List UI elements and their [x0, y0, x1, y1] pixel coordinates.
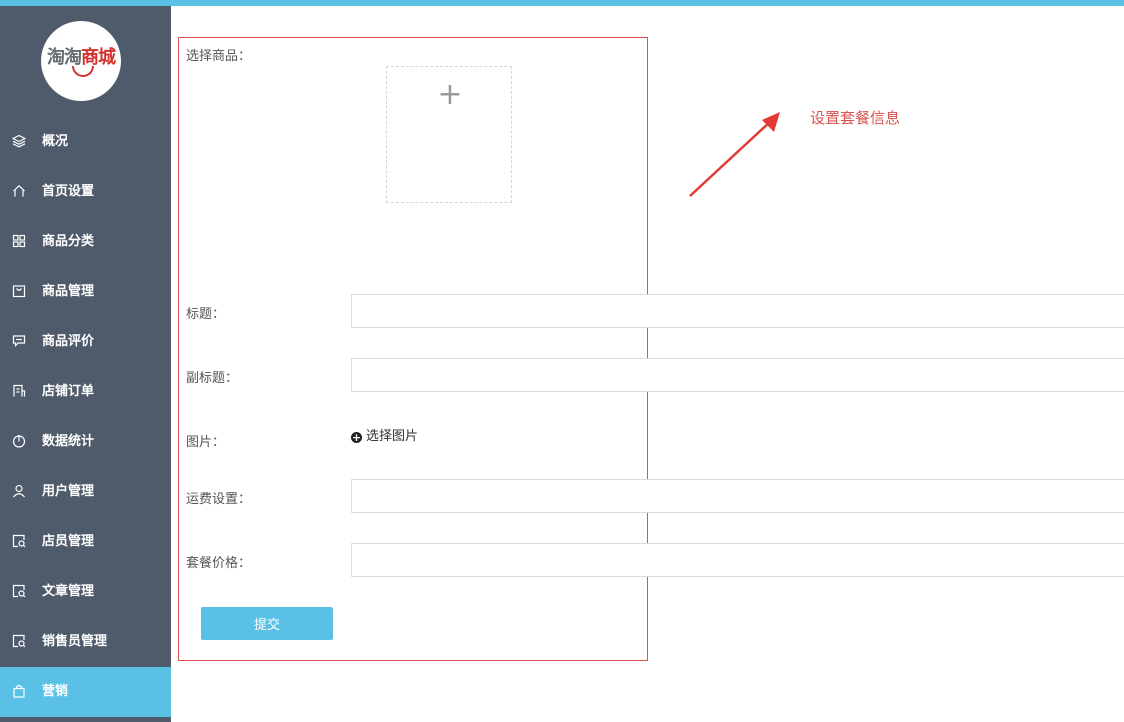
sidebar-item-overview[interactable]: 概况 — [0, 117, 171, 167]
comment-icon — [12, 334, 26, 348]
sidebar-item-sales-staff[interactable]: 销售员管理 — [0, 617, 171, 667]
sidebar-item-label: 首页设置 — [42, 184, 95, 199]
annotation-arrow-icon — [689, 112, 780, 197]
sidebar-item-product-reviews[interactable]: 商品评价 — [0, 317, 171, 367]
sales-icon — [12, 634, 26, 648]
home-icon — [12, 184, 26, 198]
layers-icon — [11, 134, 27, 148]
sidebar-item-label: 店员管理 — [42, 534, 95, 549]
plus-circle-icon: + — [351, 431, 362, 444]
sidebar-item-store-orders[interactable]: 店铺订单 — [0, 367, 171, 417]
sidebar-item-label: 销售员管理 — [42, 634, 108, 649]
sidebar-nav: 概况 首页设置 商品分类 商品管理 商品评价 店铺订单 数据统计 用户管理 店员… — [0, 117, 171, 717]
shipping-input[interactable] — [351, 479, 1124, 513]
sidebar-item-statistics[interactable]: 数据统计 — [0, 417, 171, 467]
sidebar-item-home-settings[interactable]: 首页设置 — [0, 167, 171, 217]
select-product-label: 选择商品： — [186, 49, 252, 64]
grid-icon — [12, 234, 26, 248]
select-image-button[interactable]: + 选择图片 — [351, 425, 418, 444]
sidebar-item-article-management[interactable]: 文章管理 — [0, 567, 171, 617]
title-label: 标题： — [186, 307, 226, 322]
sidebar-item-product-category[interactable]: 商品分类 — [0, 217, 171, 267]
subtitle-input[interactable] — [351, 358, 1124, 392]
sidebar-item-user-management[interactable]: 用户管理 — [0, 467, 171, 517]
annotation-text: 设置套餐信息 — [810, 109, 901, 127]
plus-icon: + — [437, 77, 463, 112]
bag-icon — [12, 284, 26, 298]
logo-text-secondary: 商城 — [81, 47, 116, 68]
submit-button[interactable]: 提交 — [201, 607, 333, 640]
subtitle-label: 副标题： — [186, 371, 239, 386]
sidebar-item-label: 商品分类 — [42, 234, 95, 249]
logo: 淘淘商城 — [41, 21, 121, 101]
user-icon — [12, 484, 26, 498]
sidebar-item-label: 商品管理 — [42, 284, 95, 299]
select-image-text: 选择图片 — [366, 429, 419, 444]
sidebar-item-label: 数据统计 — [42, 434, 95, 449]
shipping-label: 运费设置： — [186, 492, 252, 507]
sidebar-item-label: 用户管理 — [42, 484, 95, 499]
sidebar-item-product-management[interactable]: 商品管理 — [0, 267, 171, 317]
sidebar-item-label: 文章管理 — [42, 584, 95, 599]
logo-text-primary: 淘淘 — [47, 47, 82, 68]
order-icon — [12, 384, 26, 398]
staff-icon — [12, 534, 26, 548]
sidebar-item-label: 商品评价 — [42, 334, 95, 349]
logo-smile-icon — [72, 66, 94, 77]
sidebar: 淘淘商城 概况 首页设置 商品分类 商品管理 商品评价 店铺订单 数据统计 用户… — [0, 6, 171, 722]
price-label: 套餐价格： — [186, 556, 252, 571]
sidebar-item-label: 概况 — [42, 134, 69, 149]
article-icon — [12, 584, 26, 598]
power-icon — [12, 434, 26, 448]
sidebar-item-staff-management[interactable]: 店员管理 — [0, 517, 171, 567]
product-upload-box[interactable]: + — [386, 66, 512, 203]
sidebar-item-marketing[interactable]: 营销 — [0, 667, 171, 717]
image-label: 图片： — [186, 435, 226, 450]
sidebar-item-label: 店铺订单 — [42, 384, 95, 399]
title-input[interactable] — [351, 294, 1124, 328]
shopping-bag-icon — [12, 684, 26, 698]
price-input[interactable] — [351, 543, 1124, 577]
sidebar-item-label: 营销 — [42, 684, 69, 699]
